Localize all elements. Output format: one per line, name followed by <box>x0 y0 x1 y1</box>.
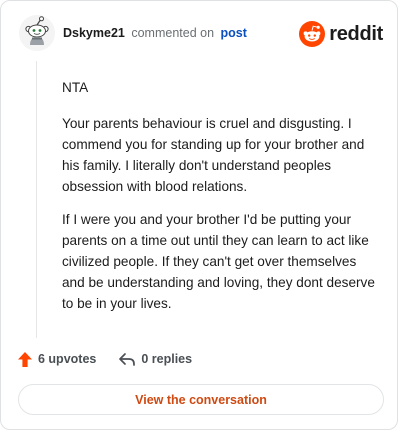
upvote-arrow-icon <box>18 351 32 367</box>
comment-card: Dskyme21 commented on post reddit NTA Yo… <box>0 0 398 430</box>
post-link[interactable]: post <box>221 26 247 40</box>
comment-paragraph: Your parents behaviour is cruel and disg… <box>62 116 365 194</box>
reply-arrow-icon <box>119 353 136 366</box>
reddit-brand[interactable]: reddit <box>299 19 383 49</box>
upvote-button[interactable]: 6 upvotes <box>17 351 96 368</box>
snoo-avatar-icon <box>19 15 55 51</box>
reply-button[interactable]: 0 replies <box>118 351 192 367</box>
comment-paragraph: If I were you and your brother I'd be pu… <box>62 212 375 311</box>
replies-count: 0 replies <box>141 352 193 366</box>
comment-body: NTA Your parents behaviour is cruel and … <box>62 77 380 326</box>
comment-header: Dskyme21 commented on post reddit <box>15 15 383 51</box>
commented-on-text: commented on <box>131 26 215 40</box>
author-line: Dskyme21 commented on post <box>63 26 247 40</box>
author-username[interactable]: Dskyme21 <box>63 26 125 40</box>
comment-paragraph: NTA <box>62 80 89 95</box>
upvotes-count: 6 upvotes <box>38 352 97 366</box>
view-conversation-button[interactable]: View the conversation <box>18 384 384 415</box>
comment-actions: 6 upvotes 0 replies <box>17 349 192 369</box>
reddit-wordmark: reddit <box>329 22 383 45</box>
thread-line <box>36 61 37 338</box>
user-avatar[interactable] <box>19 15 55 51</box>
reddit-logo-icon <box>299 21 326 47</box>
